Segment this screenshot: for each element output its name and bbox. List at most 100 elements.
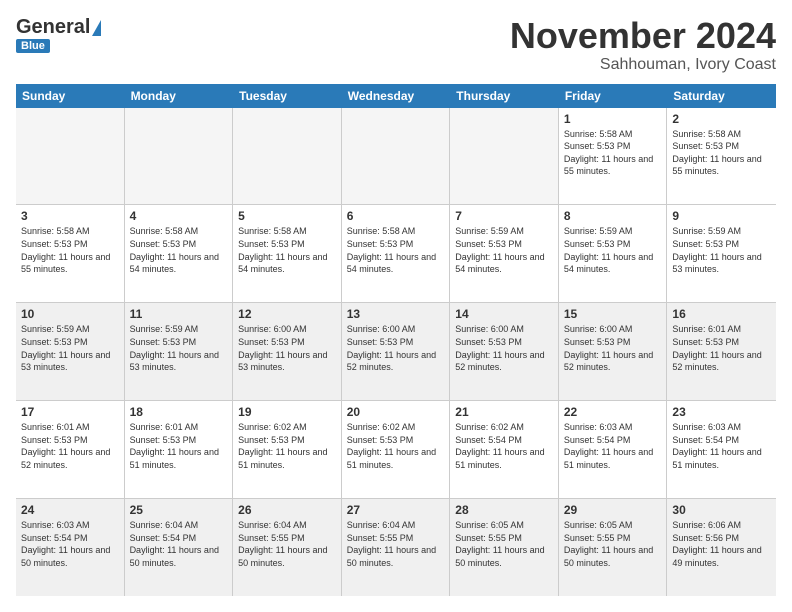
cell-content: Sunrise: 5:59 AMSunset: 5:53 PMDaylight:… (672, 225, 771, 275)
day-number: 10 (21, 307, 119, 321)
cell-content: Sunrise: 5:58 AMSunset: 5:53 PMDaylight:… (21, 225, 119, 275)
day-cell-29: 29Sunrise: 6:05 AMSunset: 5:55 PMDayligh… (559, 499, 668, 596)
day-cell-7: 7Sunrise: 5:59 AMSunset: 5:53 PMDaylight… (450, 205, 559, 302)
cell-content: Sunrise: 5:59 AMSunset: 5:53 PMDaylight:… (21, 323, 119, 373)
cell-content: Sunrise: 6:00 AMSunset: 5:53 PMDaylight:… (238, 323, 336, 373)
header: General Blue November 2024 Sahhouman, Iv… (16, 16, 776, 74)
day-number: 28 (455, 503, 553, 517)
day-cell-14: 14 Sunrise: 6:00 AMSunset: 5:53 PMDayligh… (450, 303, 559, 400)
day-number: 27 (347, 503, 445, 517)
day-cell-17: 17 Sunrise: 6:01 AMSunset: 5:53 PMDayligh… (16, 401, 125, 498)
logo-line1: General (16, 16, 101, 39)
day-cell-13: 13Sunrise: 6:00 AMSunset: 5:53 PMDayligh… (342, 303, 451, 400)
calendar-row-3: 10 Sunrise: 5:59 AMSunset: 5:53 PMDayligh… (16, 303, 776, 401)
day-number: 3 (21, 209, 119, 223)
day-number: 2 (672, 112, 771, 126)
day-cell-24: 24 Sunrise: 6:03 AMSunset: 5:54 PMDayligh… (16, 499, 125, 596)
logo-general: General (16, 16, 90, 39)
empty-cell (342, 108, 451, 205)
day-cell-4: 4 Sunrise: 5:58 AMSunset: 5:53 PMDaylight… (125, 205, 234, 302)
day-cell-28: 28 Sunrise: 6:05 AMSunset: 5:55 PMDayligh… (450, 499, 559, 596)
cell-content: Sunrise: 6:05 AMSunset: 5:55 PMDaylight:… (455, 519, 553, 569)
empty-cell (16, 108, 125, 205)
location: Sahhouman, Ivory Coast (510, 56, 776, 74)
day-cell-21: 21 Sunrise: 6:02 AMSunset: 5:54 PMDayligh… (450, 401, 559, 498)
day-header-friday: Friday (559, 84, 668, 108)
calendar-row-2: 3 Sunrise: 5:58 AMSunset: 5:53 PMDaylight… (16, 205, 776, 303)
cell-content: Sunrise: 6:03 AMSunset: 5:54 PMDaylight:… (564, 421, 662, 471)
day-header-thursday: Thursday (450, 84, 559, 108)
cell-content: Sunrise: 6:02 AMSunset: 5:53 PMDaylight:… (238, 421, 336, 471)
day-cell-15: 15Sunrise: 6:00 AMSunset: 5:53 PMDayligh… (559, 303, 668, 400)
empty-cell (450, 108, 559, 205)
logo-triangle-icon (92, 20, 101, 36)
day-number: 30 (672, 503, 771, 517)
cell-content: Sunrise: 6:04 AMSunset: 5:55 PMDaylight:… (347, 519, 445, 569)
day-number: 8 (564, 209, 662, 223)
cell-content: Sunrise: 6:00 AMSunset: 5:53 PMDaylight:… (347, 323, 445, 373)
day-number: 14 (455, 307, 553, 321)
day-header-sunday: Sunday (16, 84, 125, 108)
day-number: 18 (130, 405, 228, 419)
calendar: SundayMondayTuesdayWednesdayThursdayFrid… (16, 84, 776, 596)
cell-content: Sunrise: 6:01 AMSunset: 5:53 PMDaylight:… (130, 421, 228, 471)
cell-content: Sunrise: 6:02 AMSunset: 5:54 PMDaylight:… (455, 421, 553, 471)
day-cell-20: 20Sunrise: 6:02 AMSunset: 5:53 PMDayligh… (342, 401, 451, 498)
day-cell-23: 23 Sunrise: 6:03 AMSunset: 5:54 PMDayligh… (667, 401, 776, 498)
day-cell-22: 22 Sunrise: 6:03 AMSunset: 5:54 PMDayligh… (559, 401, 668, 498)
day-number: 6 (347, 209, 445, 223)
cell-content: Sunrise: 5:59 AMSunset: 5:53 PMDaylight:… (455, 225, 553, 275)
cell-content: Sunrise: 5:58 AMSunset: 5:53 PMDaylight:… (347, 225, 445, 275)
day-number: 17 (21, 405, 119, 419)
cell-content: Sunrise: 5:58 AMSunset: 5:53 PMDaylight:… (238, 225, 336, 275)
empty-cell (233, 108, 342, 205)
day-number: 20 (347, 405, 445, 419)
day-number: 22 (564, 405, 662, 419)
day-cell-2: 2 Sunrise: 5:58 AMSunset: 5:53 PMDaylight… (667, 108, 776, 205)
day-cell-1: 1Sunrise: 5:58 AMSunset: 5:53 PMDaylight… (559, 108, 668, 205)
day-number: 12 (238, 307, 336, 321)
day-cell-10: 10 Sunrise: 5:59 AMSunset: 5:53 PMDayligh… (16, 303, 125, 400)
day-header-wednesday: Wednesday (342, 84, 451, 108)
cell-content: Sunrise: 6:01 AMSunset: 5:53 PMDaylight:… (21, 421, 119, 471)
day-cell-6: 6 Sunrise: 5:58 AMSunset: 5:53 PMDaylight… (342, 205, 451, 302)
calendar-header: SundayMondayTuesdayWednesdayThursdayFrid… (16, 84, 776, 108)
cell-content: Sunrise: 6:03 AMSunset: 5:54 PMDaylight:… (21, 519, 119, 569)
day-cell-5: 5 Sunrise: 5:58 AMSunset: 5:53 PMDaylight… (233, 205, 342, 302)
cell-content: Sunrise: 5:58 AMSunset: 5:53 PMDaylight:… (672, 128, 771, 178)
logo-line2: Blue (16, 39, 50, 53)
cell-content: Sunrise: 5:58 AMSunset: 5:53 PMDaylight:… (130, 225, 228, 275)
day-number: 5 (238, 209, 336, 223)
day-number: 19 (238, 405, 336, 419)
day-cell-9: 9 Sunrise: 5:59 AMSunset: 5:53 PMDaylight… (667, 205, 776, 302)
calendar-row-4: 17 Sunrise: 6:01 AMSunset: 5:53 PMDayligh… (16, 401, 776, 499)
day-cell-12: 12 Sunrise: 6:00 AMSunset: 5:53 PMDayligh… (233, 303, 342, 400)
cell-content: Sunrise: 6:06 AMSunset: 5:56 PMDaylight:… (672, 519, 771, 569)
cell-content: Sunrise: 6:03 AMSunset: 5:54 PMDaylight:… (672, 421, 771, 471)
cell-content: Sunrise: 5:59 AMSunset: 5:53 PMDaylight:… (130, 323, 228, 373)
month-title: November 2024 (510, 16, 776, 56)
day-number: 4 (130, 209, 228, 223)
title-area: November 2024 Sahhouman, Ivory Coast (510, 16, 776, 74)
day-cell-11: 11Sunrise: 5:59 AMSunset: 5:53 PMDayligh… (125, 303, 234, 400)
day-cell-16: 16Sunrise: 6:01 AMSunset: 5:53 PMDayligh… (667, 303, 776, 400)
calendar-row-5: 24 Sunrise: 6:03 AMSunset: 5:54 PMDayligh… (16, 499, 776, 596)
day-cell-26: 26 Sunrise: 6:04 AMSunset: 5:55 PMDayligh… (233, 499, 342, 596)
cell-content: Sunrise: 6:00 AMSunset: 5:53 PMDaylight:… (455, 323, 553, 373)
day-number: 1 (564, 112, 662, 126)
cell-content: Sunrise: 6:04 AMSunset: 5:54 PMDaylight:… (130, 519, 228, 569)
day-number: 24 (21, 503, 119, 517)
day-number: 26 (238, 503, 336, 517)
cell-content: Sunrise: 5:59 AMSunset: 5:53 PMDaylight:… (564, 225, 662, 275)
cell-content: Sunrise: 6:04 AMSunset: 5:55 PMDaylight:… (238, 519, 336, 569)
day-number: 23 (672, 405, 771, 419)
cell-content: Sunrise: 6:05 AMSunset: 5:55 PMDaylight:… (564, 519, 662, 569)
cell-content: Sunrise: 6:01 AMSunset: 5:53 PMDaylight:… (672, 323, 771, 373)
day-cell-3: 3 Sunrise: 5:58 AMSunset: 5:53 PMDaylight… (16, 205, 125, 302)
empty-cell (125, 108, 234, 205)
logo: General Blue (16, 16, 101, 53)
day-header-saturday: Saturday (667, 84, 776, 108)
day-header-tuesday: Tuesday (233, 84, 342, 108)
day-number: 21 (455, 405, 553, 419)
day-number: 9 (672, 209, 771, 223)
